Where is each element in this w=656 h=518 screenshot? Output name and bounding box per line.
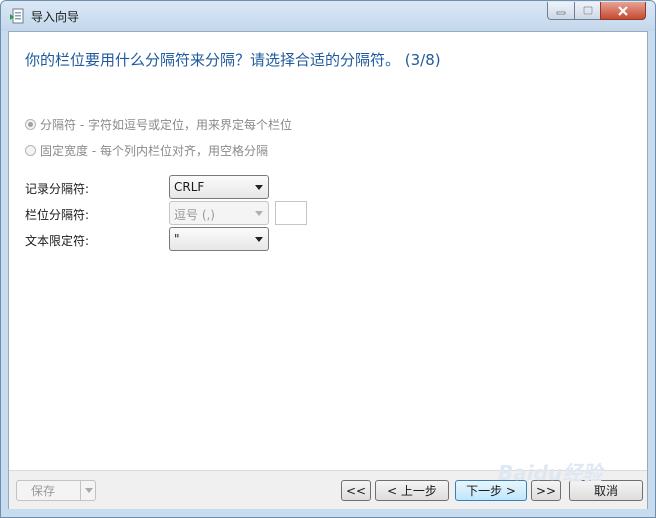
custom-delimiter-input[interactable] — [275, 201, 307, 225]
next-step-button[interactable]: 下一步 > — [455, 480, 527, 501]
title-bar[interactable]: 导入向导 — [1, 1, 655, 31]
text-qualifier-label: 文本限定符: — [25, 234, 90, 248]
first-step-label: << — [345, 483, 367, 498]
minimize-icon — [556, 11, 566, 14]
minimize-button[interactable] — [547, 2, 575, 20]
field-delimiter-select[interactable]: 逗号 (,) — [169, 201, 269, 225]
chevron-down-icon — [255, 211, 263, 216]
delimited-radio[interactable] — [25, 119, 36, 130]
cancel-button[interactable]: 取消 — [569, 480, 643, 501]
record-delimiter-label: 记录分隔符: — [25, 182, 90, 196]
maximize-button[interactable] — [574, 2, 601, 20]
maximize-icon — [582, 6, 593, 15]
fixed-width-option[interactable]: 固定宽度 - 每个列内栏位对齐，用空格分隔 — [25, 142, 268, 159]
last-step-label: >> — [535, 483, 557, 498]
text-qualifier-select[interactable]: " — [169, 227, 269, 251]
wizard-footer: 保存 << < 上一步 下一步 > >> 取消 — [9, 470, 647, 509]
close-icon — [618, 5, 628, 16]
text-qualifier-value: " — [174, 232, 180, 246]
chevron-down-icon — [255, 185, 263, 190]
field-delimiter-value: 逗号 (,) — [174, 208, 215, 222]
wizard-content: 你的栏位要用什么分隔符来分隔？请选择合适的分隔符。 (3/8) 分隔符 - 字符… — [8, 31, 648, 509]
chevron-down-icon — [255, 237, 263, 242]
last-step-button[interactable]: >> — [531, 480, 561, 501]
chevron-down-icon[interactable] — [80, 481, 97, 500]
delimited-option[interactable]: 分隔符 - 字符如逗号或定位，用来界定每个栏位 — [25, 116, 292, 133]
record-delimiter-select[interactable]: CRLF — [169, 175, 269, 199]
fixed-width-radio[interactable] — [25, 145, 36, 156]
page-title: 你的栏位要用什么分隔符来分隔？请选择合适的分隔符。 (3/8) — [25, 51, 441, 69]
first-step-button[interactable]: << — [341, 480, 371, 501]
previous-step-label: < 上一步 — [387, 484, 437, 498]
window-title: 导入向导 — [31, 10, 80, 24]
next-step-label: 下一步 > — [466, 484, 516, 498]
fixed-width-option-label: 固定宽度 - 每个列内栏位对齐，用空格分隔 — [40, 144, 268, 158]
import-wizard-window: 导入向导 你的栏位要用什么分隔符来分隔？请选择合适的分隔符。 (3/8) 分隔符… — [0, 0, 656, 518]
save-button[interactable]: 保存 — [16, 480, 96, 501]
cancel-button-label: 取消 — [593, 484, 618, 498]
record-delimiter-value: CRLF — [174, 180, 205, 194]
field-delimiter-label: 栏位分隔符: — [25, 208, 90, 222]
delimited-option-label: 分隔符 - 字符如逗号或定位，用来界定每个栏位 — [40, 118, 292, 132]
radio-selected-dot — [28, 122, 33, 127]
save-button-label: 保存 — [31, 484, 56, 498]
previous-step-button[interactable]: < 上一步 — [375, 480, 449, 501]
import-wizard-icon — [9, 8, 25, 24]
close-button[interactable] — [600, 2, 646, 20]
